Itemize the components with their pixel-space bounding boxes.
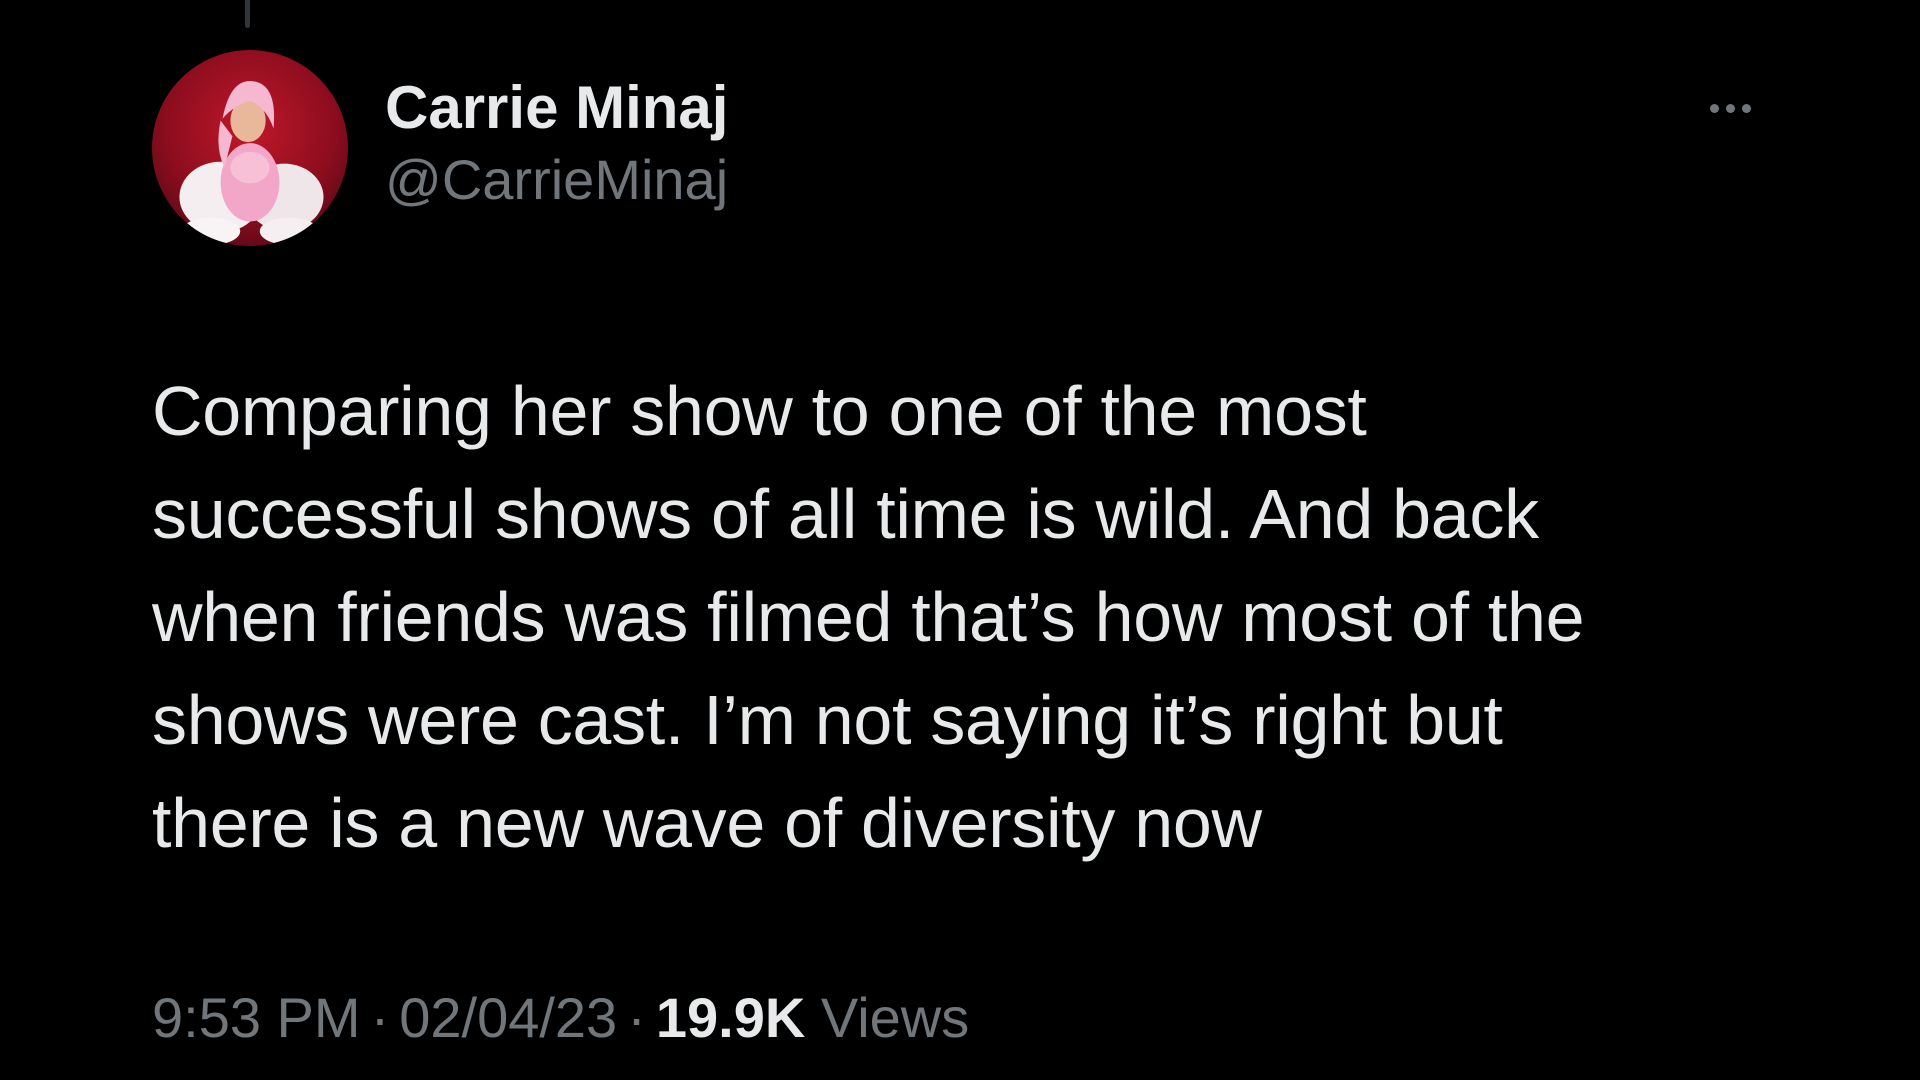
- views-label: Views: [820, 986, 970, 1049]
- meta-separator: ·: [627, 986, 646, 1049]
- more-horizontal-icon: [1709, 103, 1719, 113]
- author-handle[interactable]: @CarrieMinaj: [385, 144, 728, 216]
- more-horizontal-icon-dot: [1725, 103, 1735, 113]
- more-horizontal-icon-dot: [1741, 103, 1751, 113]
- tweet-date[interactable]: 02/04/23: [399, 986, 617, 1049]
- tweet-text: Comparing her show to one of the most su…: [152, 372, 1585, 862]
- avatar[interactable]: [152, 50, 348, 246]
- views-count: 19.9K: [655, 986, 806, 1049]
- user-info: Carrie Minaj @CarrieMinaj: [385, 72, 728, 216]
- tweet-metadata: 9:53 PM · 02/04/23 · 19.9K Views: [152, 978, 969, 1058]
- meta-separator: ·: [370, 986, 390, 1049]
- author-display-name[interactable]: Carrie Minaj: [385, 72, 728, 144]
- avatar-image: [179, 81, 324, 246]
- more-options-button[interactable]: [1690, 88, 1770, 128]
- tweet-time[interactable]: 9:53 PM: [152, 986, 361, 1049]
- tweet: Carrie Minaj @CarrieMinaj Comparing her …: [0, 0, 1920, 1080]
